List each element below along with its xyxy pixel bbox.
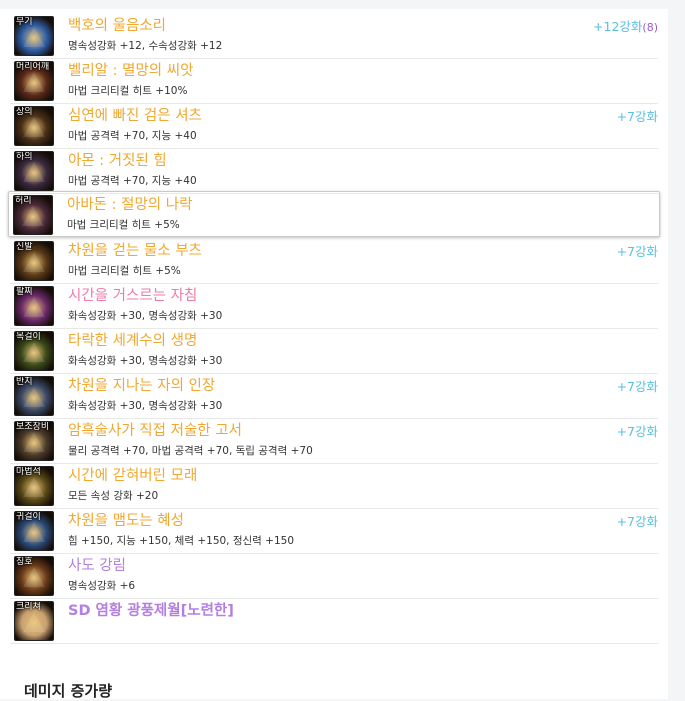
enhance-level: +7강화 <box>617 424 658 440</box>
slot-label: 크리쳐 <box>16 602 41 612</box>
slot-label: 팔찌 <box>16 287 33 297</box>
item-stat: 마법 공격력 +70, 지능 +40 <box>68 175 197 187</box>
equipment-row[interactable]: 칭호 사도 강림명속성강화 +6 <box>10 553 658 599</box>
item-name[interactable]: 심연에 빠진 검은 셔츠 <box>68 106 202 126</box>
item-stat: 모든 속성 강화 +20 <box>68 490 159 502</box>
section-title: 데미지 증가량 <box>24 682 113 700</box>
slot-label: 마법석 <box>16 467 41 477</box>
item-name[interactable]: 사도 강림 <box>68 556 126 576</box>
equipment-row[interactable]: 목걸이 타락한 세계수의 생명화속성강화 +30, 명속성강화 +30 <box>10 328 658 374</box>
slot-label: 목걸이 <box>16 332 41 342</box>
slot-label: 허리 <box>15 196 32 206</box>
equipment-row[interactable]: 귀걸이 차원을 맴도는 혜성힘 +150, 지능 +150, 체력 +150, 정… <box>10 508 658 554</box>
item-stat: 명속성강화 +12, 수속성강화 +12 <box>68 40 223 52</box>
item-name[interactable]: 차원을 걷는 물소 부츠 <box>68 241 202 261</box>
item-icon: 허리 <box>13 195 53 235</box>
enhance-value: +7강화 <box>616 514 658 529</box>
item-icon: 하의 <box>14 151 54 191</box>
item-icon: 마법석 <box>14 466 54 506</box>
item-name[interactable]: 벨리알 : 멸망의 씨앗 <box>68 61 193 81</box>
item-name[interactable]: 시간을 거스르는 자침 <box>68 286 197 306</box>
equipment-row[interactable]: 크리쳐 SD 염황 광풍제월[노련한] <box>10 598 658 644</box>
equipment-row[interactable]: 마법석 시간에 갇혀버린 모래모든 속성 강화 +20 <box>10 463 658 509</box>
item-name[interactable]: 백호의 울음소리 <box>68 16 166 36</box>
item-stat: 마법 크리티컬 히트 +10% <box>68 85 188 97</box>
item-stat: 힘 +150, 지능 +150, 체력 +150, 정신력 +150 <box>68 535 295 547</box>
enhance-value: +7강화 <box>616 379 658 394</box>
item-name[interactable]: 아몬 : 거짓된 힘 <box>68 151 167 171</box>
enhance-level: +7강화 <box>617 514 658 530</box>
enhance-level: +7강화 <box>617 379 658 395</box>
equipment-row[interactable]: 보조장비 암흑술사가 직접 저술한 고서물리 공격력 +70, 마법 공격력 +7… <box>10 418 658 464</box>
item-stat: 화속성강화 +30, 명속성강화 +30 <box>68 400 223 412</box>
equipment-row[interactable]: 무기 백호의 울음소리명속성강화 +12, 수속성강화 +12 +12강화(8) <box>10 13 658 59</box>
enhance-level: +7강화 <box>617 109 658 125</box>
equipment-row[interactable]: 하의 아몬 : 거짓된 힘마법 공격력 +70, 지능 +40 <box>10 148 658 194</box>
equipment-row[interactable]: 허리 아바돈 : 절망의 나락마법 크리티컬 히트 +5% <box>8 191 660 237</box>
item-icon: 상의 <box>14 106 54 146</box>
item-stat: 마법 크리티컬 히트 +5% <box>67 219 180 231</box>
item-icon: 칭호 <box>14 556 54 596</box>
slot-label: 귀걸이 <box>16 512 41 522</box>
slot-label: 머리어깨 <box>16 62 50 72</box>
item-stat: 화속성강화 +30, 명속성강화 +30 <box>68 310 223 322</box>
enhance-value: +7강화 <box>616 244 658 259</box>
slot-label: 반지 <box>16 377 33 387</box>
enhance-value: +12강화 <box>593 19 643 34</box>
item-stat: 명속성강화 +6 <box>68 580 136 592</box>
equipment-row[interactable]: 머리어깨 벨리알 : 멸망의 씨앗마법 크리티컬 히트 +10% <box>10 58 658 104</box>
item-name[interactable]: 암흑술사가 직접 저술한 고서 <box>68 421 242 441</box>
slot-label: 신발 <box>16 242 33 252</box>
slot-label: 상의 <box>16 107 33 117</box>
item-icon: 무기 <box>14 16 54 56</box>
item-icon: 목걸이 <box>14 331 54 371</box>
slot-label: 칭호 <box>16 557 33 567</box>
equipment-row[interactable]: 상의 심연에 빠진 검은 셔츠마법 공격력 +70, 지능 +40 +7강화 <box>10 103 658 149</box>
item-icon: 신발 <box>14 241 54 281</box>
item-name[interactable]: 타락한 세계수의 생명 <box>68 331 197 351</box>
item-name[interactable]: 아바돈 : 절망의 나락 <box>67 195 192 215</box>
item-stat: 물리 공격력 +70, 마법 공격력 +70, 독립 공격력 +70 <box>68 445 313 457</box>
item-icon: 반지 <box>14 376 54 416</box>
equipment-row[interactable]: 팔찌 시간을 거스르는 자침화속성강화 +30, 명속성강화 +30 <box>10 283 658 329</box>
enhance-extra: (8) <box>642 21 658 34</box>
equipment-row[interactable]: 반지 차원을 지나는 자의 인장화속성강화 +30, 명속성강화 +30 +7강화 <box>10 373 658 419</box>
item-icon: 귀걸이 <box>14 511 54 551</box>
item-stat: 화속성강화 +30, 명속성강화 +30 <box>68 355 223 367</box>
enhance-value: +7강화 <box>616 424 658 439</box>
item-stat: 마법 공격력 +70, 지능 +40 <box>68 130 197 142</box>
slot-label: 보조장비 <box>16 422 50 432</box>
item-icon: 보조장비 <box>14 421 54 461</box>
item-name[interactable]: 시간에 갇혀버린 모래 <box>68 466 197 486</box>
equipment-row[interactable]: 신발 차원을 걷는 물소 부츠마법 크리티컬 히트 +5% +7강화 <box>10 238 658 284</box>
slot-label: 하의 <box>16 152 33 162</box>
item-stat: 마법 크리티컬 히트 +5% <box>68 265 181 277</box>
enhance-level: +12강화(8) <box>593 19 658 36</box>
item-icon: 팔찌 <box>14 286 54 326</box>
item-icon: 머리어깨 <box>14 61 54 101</box>
item-name[interactable]: 차원을 지나는 자의 인장 <box>68 376 215 396</box>
enhance-level: +7강화 <box>617 244 658 260</box>
item-name[interactable]: 차원을 맴도는 혜성 <box>68 511 184 531</box>
item-name[interactable]: SD 염황 광풍제월[노련한] <box>68 601 234 621</box>
enhance-value: +7강화 <box>616 109 658 124</box>
slot-label: 무기 <box>16 17 33 27</box>
item-icon: 크리쳐 <box>14 601 54 641</box>
